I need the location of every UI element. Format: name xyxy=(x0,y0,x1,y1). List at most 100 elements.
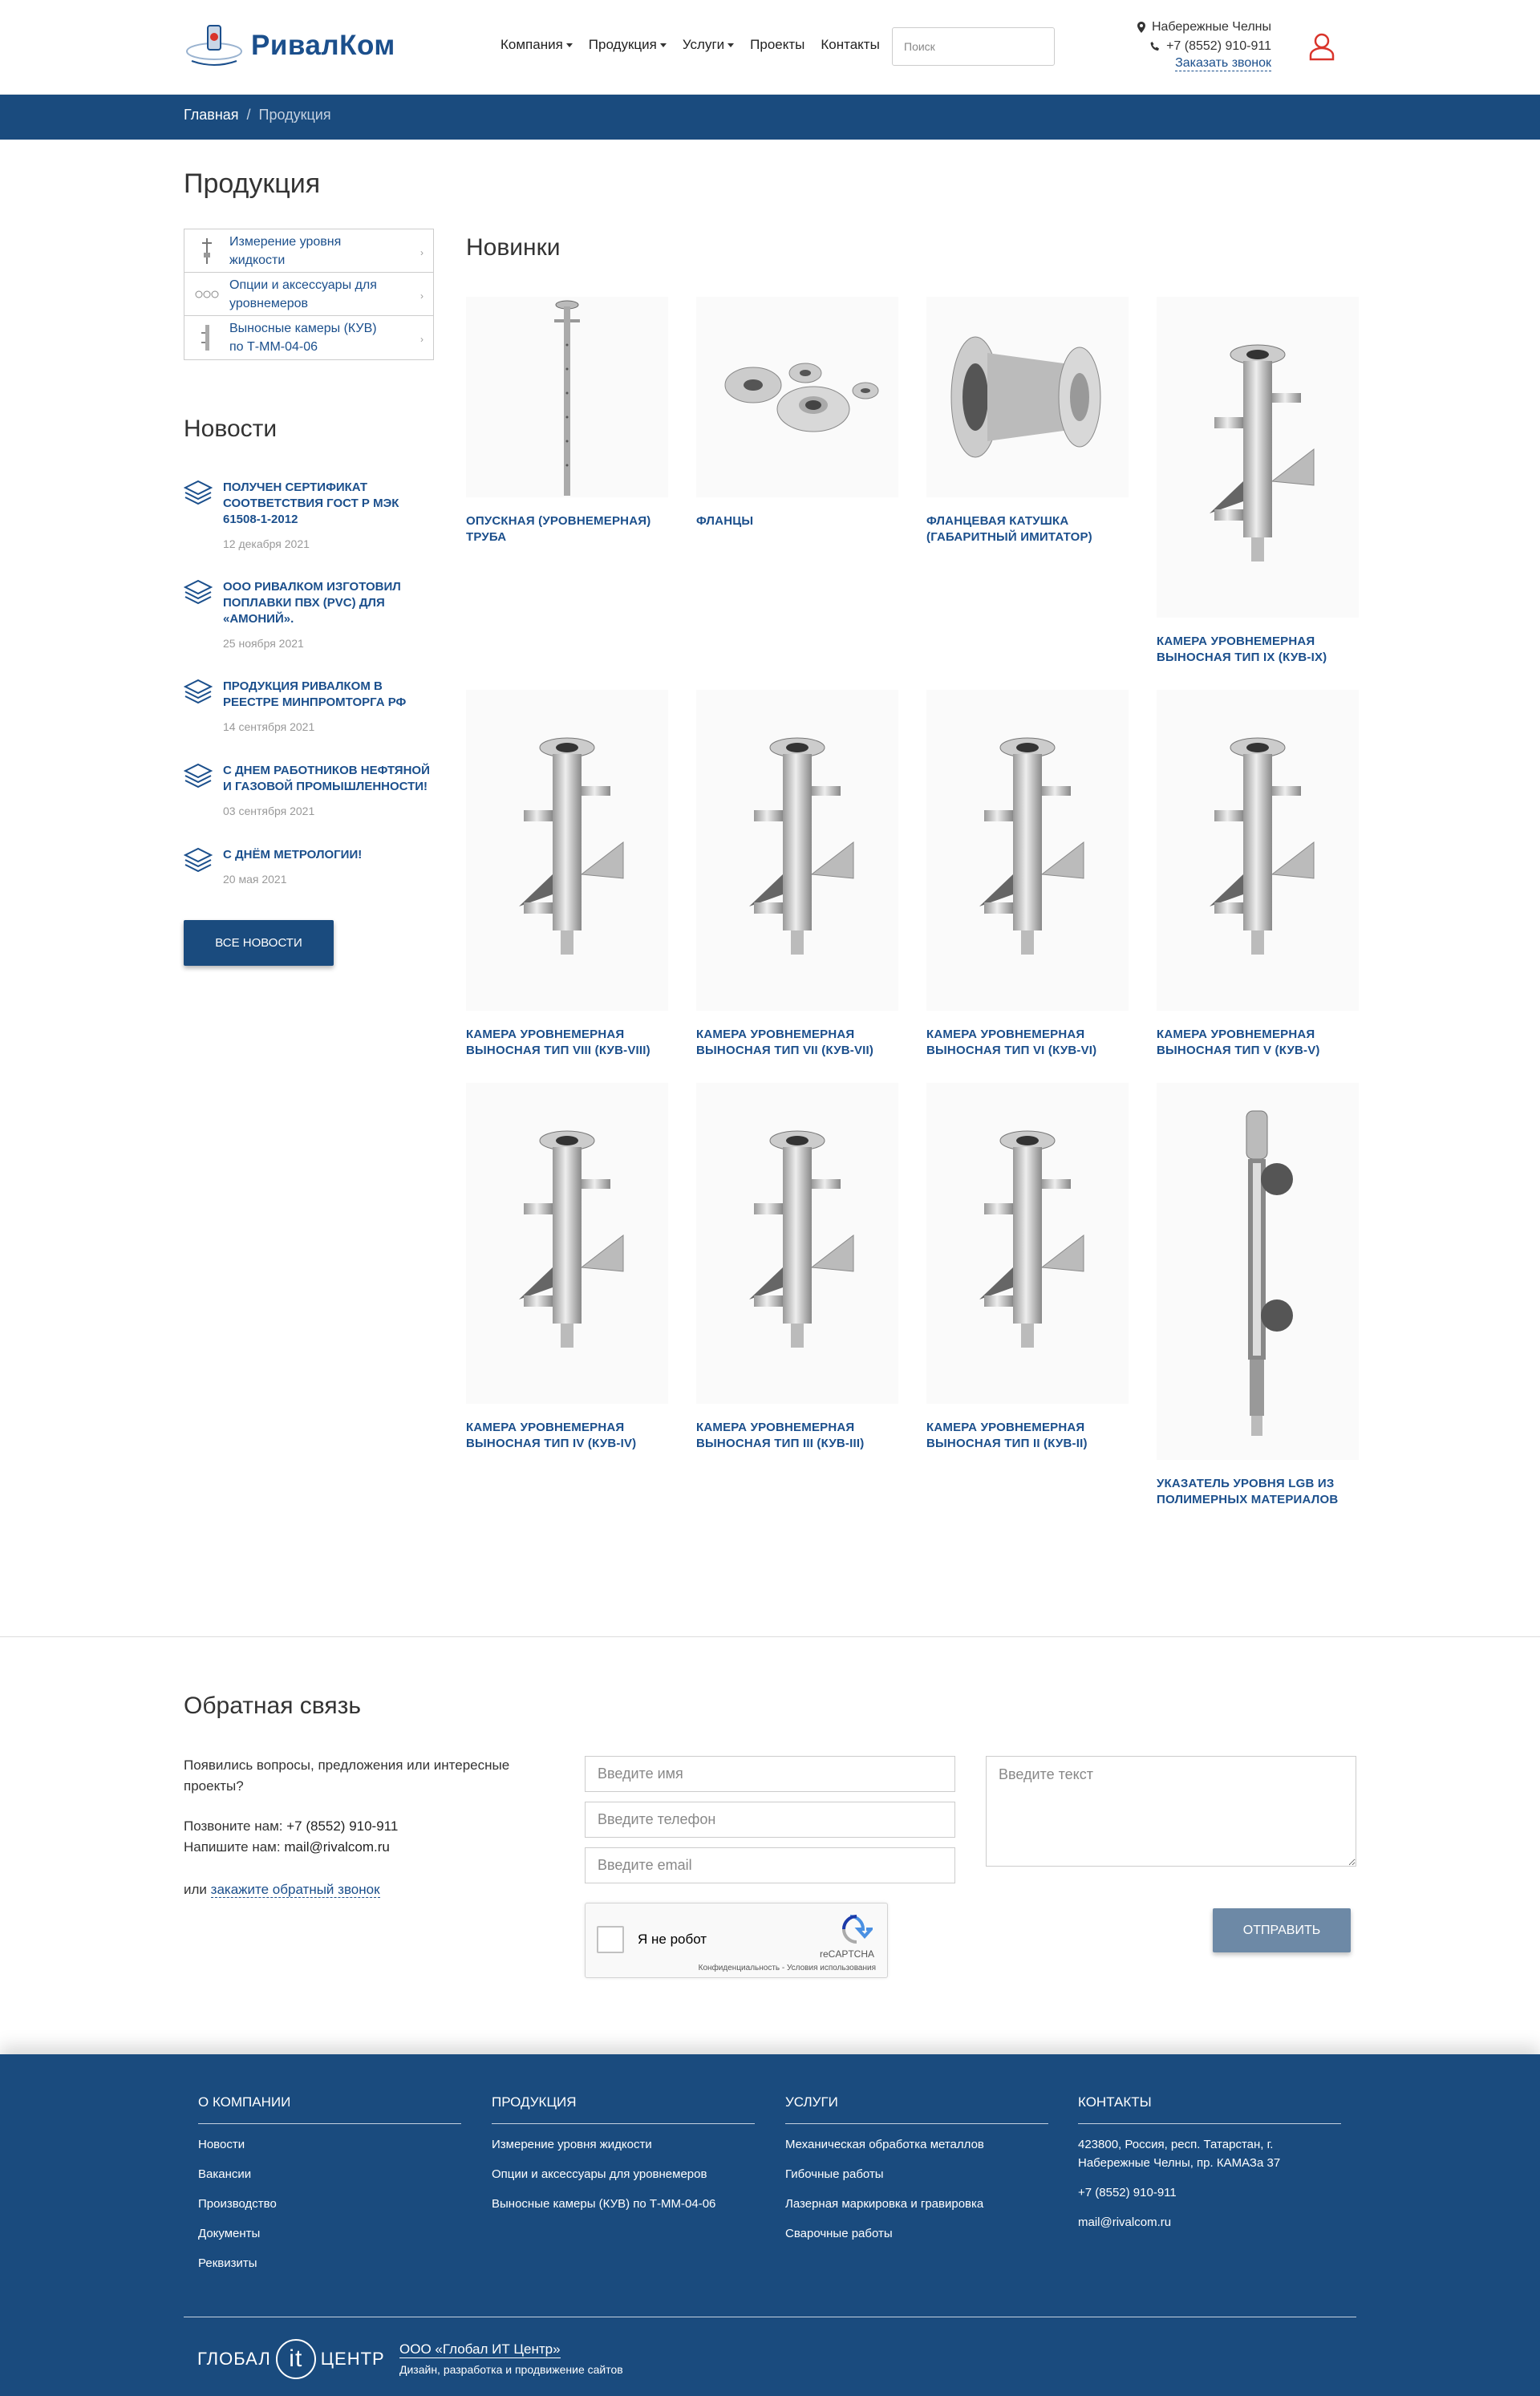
breadcrumb: Главная / Продукция xyxy=(184,107,331,124)
product-image[interactable] xyxy=(696,690,898,1011)
product-card[interactable]: КАМЕРА УРОВНЕМЕРНАЯ ВЫНОСНАЯ ТИП VII (КУ… xyxy=(696,690,898,1059)
product-name[interactable]: КАМЕРА УРОВНЕМЕРНАЯ ВЫНОСНАЯ ТИП III (КУ… xyxy=(696,1420,898,1452)
product-image[interactable] xyxy=(1157,297,1359,618)
category-label: Опции и аксессуары для уровнемеров xyxy=(229,278,377,310)
footer-link[interactable]: Вакансии xyxy=(198,2165,461,2183)
phone-field[interactable] xyxy=(585,1802,955,1838)
product-name[interactable]: КАМЕРА УРОВНЕМЕРНАЯ ВЫНОСНАЯ ТИП VIII (К… xyxy=(466,1027,668,1059)
search-input[interactable] xyxy=(892,27,1055,66)
news-item-date: 12 декабря 2021 xyxy=(223,537,310,550)
product-name[interactable]: КАМЕРА УРОВНЕМЕРНАЯ ВЫНОСНАЯ ТИП IX (КУВ… xyxy=(1157,634,1359,666)
feedback-mail-link[interactable]: mail@rivalcom.ru xyxy=(284,1839,390,1855)
footer-link[interactable]: Механическая обработка металлов xyxy=(785,2135,1048,2154)
product-card[interactable]: ФЛАНЦЕВАЯ КАТУШКА (ГАБАРИТНЫЙ ИМИТАТОР) xyxy=(926,297,1129,545)
new-products-heading: Новинки xyxy=(466,234,561,261)
news-item-title[interactable]: ПОЛУЧЕН СЕРТИФИКАТ СООТВЕТСТВИЯ ГОСТ Р М… xyxy=(223,480,432,528)
all-news-button[interactable]: ВСЕ НОВОСТИ xyxy=(184,920,334,966)
product-name[interactable]: ФЛАНЦЫ xyxy=(696,513,898,529)
message-textarea[interactable] xyxy=(986,1756,1356,1867)
nav-products[interactable]: Продукция xyxy=(589,37,667,53)
product-card[interactable]: УКАЗАТЕЛЬ УРОВНЯ LGB ИЗ ПОЛИМЕРНЫХ МАТЕР… xyxy=(1157,1083,1359,1508)
nav-services[interactable]: Услуги xyxy=(683,37,735,53)
header-phone-link[interactable]: +7 (8552) 910-911 xyxy=(1166,37,1271,56)
product-card[interactable]: КАМЕРА УРОВНЕМЕРНАЯ ВЫНОСНАЯ ТИП VIII (К… xyxy=(466,690,668,1059)
product-card[interactable]: КАМЕРА УРОВНЕМЕРНАЯ ВЫНОСНАЯ ТИП IX (КУВ… xyxy=(1157,297,1359,666)
news-item-title[interactable]: С ДНЁМ МЕТРОЛОГИИ! xyxy=(223,847,432,863)
footer-link[interactable]: Опции и аксессуары для уровнемеров xyxy=(492,2165,755,2183)
call-label: Позвоните нам: xyxy=(184,1818,283,1834)
caret-down-icon xyxy=(727,43,735,47)
footer-link[interactable]: Выносные камеры (КУВ) по Т-ММ-04-06 xyxy=(492,2195,755,2213)
product-card[interactable]: ФЛАНЦЫ xyxy=(696,297,898,529)
category-menu: Измерение уровня жидкости › Опции и аксе… xyxy=(184,229,434,360)
city-row: Набережные Челны xyxy=(1137,18,1271,37)
product-card[interactable]: ОПУСКНАЯ (УРОВНЕМЕРНАЯ) ТРУБА xyxy=(466,297,668,545)
chevron-right-icon: › xyxy=(420,334,424,345)
category-item-level-measurement[interactable]: Измерение уровня жидкости › xyxy=(184,229,433,273)
name-field[interactable] xyxy=(585,1756,955,1792)
dev-logo-left: ГЛОБАЛ xyxy=(197,2349,271,2369)
product-image[interactable] xyxy=(1157,690,1359,1011)
chevron-right-icon: › xyxy=(420,290,424,302)
feedback-phone-link[interactable]: +7 (8552) 910-911 xyxy=(286,1818,398,1834)
category-item-accessories[interactable]: Опции и аксессуары для уровнемеров › xyxy=(184,273,433,316)
product-card[interactable]: КАМЕРА УРОВНЕМЕРНАЯ ВЫНОСНАЯ ТИП VI (КУВ… xyxy=(926,690,1129,1059)
order-call-link[interactable]: Заказать звонок xyxy=(1175,56,1271,71)
site-logo[interactable]: РивалКом xyxy=(184,18,395,74)
developer-logo[interactable]: ГЛОБАЛ it ЦЕНТР xyxy=(197,2339,385,2379)
product-name[interactable]: ОПУСКНАЯ (УРОВНЕМЕРНАЯ) ТРУБА xyxy=(466,513,668,545)
nav-company[interactable]: Компания xyxy=(500,37,573,53)
nav-label: Продукция xyxy=(588,37,657,52)
product-name[interactable]: КАМЕРА УРОВНЕМЕРНАЯ ВЫНОСНАЯ ТИП VI (КУВ… xyxy=(926,1027,1129,1059)
footer-link[interactable]: mail@rivalcom.ru xyxy=(1078,2213,1341,2232)
footer-link[interactable]: Лазерная маркировка и гравировка xyxy=(785,2195,1048,2213)
footer-link[interactable]: Производство xyxy=(198,2195,461,2213)
product-image[interactable] xyxy=(696,297,898,497)
email-field[interactable] xyxy=(585,1847,955,1883)
recaptcha-checkbox[interactable] xyxy=(597,1926,624,1953)
order-callback-link[interactable]: закажите обратный звонок xyxy=(210,1882,380,1898)
footer-link[interactable]: Сварочные работы xyxy=(785,2224,1048,2243)
mail-label: Напишите нам: xyxy=(184,1839,281,1855)
feedback-intro: Появились вопросы, предложения или интер… xyxy=(184,1757,510,1794)
breadcrumb-home[interactable]: Главная xyxy=(184,107,239,124)
product-name[interactable]: КАМЕРА УРОВНЕМЕРНАЯ ВЫНОСНАЯ ТИП IV (КУВ… xyxy=(466,1420,668,1452)
developer-link[interactable]: ООО «Глобал ИТ Центр» xyxy=(399,2341,561,2358)
footer-link[interactable]: +7 (8552) 910-911 xyxy=(1078,2183,1341,2202)
nav-projects[interactable]: Проекты xyxy=(750,37,804,53)
product-image[interactable] xyxy=(466,690,668,1011)
nav-contacts[interactable]: Контакты xyxy=(821,37,879,53)
user-account-icon[interactable] xyxy=(1308,32,1335,61)
product-image[interactable] xyxy=(696,1083,898,1404)
product-image[interactable] xyxy=(1157,1083,1359,1460)
product-image[interactable] xyxy=(926,1083,1129,1404)
product-card[interactable]: КАМЕРА УРОВНЕМЕРНАЯ ВЫНОСНАЯ ТИП III (КУ… xyxy=(696,1083,898,1452)
product-card[interactable]: КАМЕРА УРОВНЕМЕРНАЯ ВЫНОСНАЯ ТИП IV (КУВ… xyxy=(466,1083,668,1452)
phone-row: +7 (8552) 910-911 xyxy=(1137,37,1271,56)
news-item-title[interactable]: ПРОДУКЦИЯ РИВАЛКОМ В РЕЕСТРЕ МИНПРОМТОРГ… xyxy=(223,679,432,711)
footer-link[interactable]: Реквизиты xyxy=(198,2254,461,2272)
product-name[interactable]: КАМЕРА УРОВНЕМЕРНАЯ ВЫНОСНАЯ ТИП II (КУВ… xyxy=(926,1420,1129,1452)
product-image[interactable] xyxy=(466,1083,668,1404)
footer-link[interactable]: Документы xyxy=(198,2224,461,2243)
footer-link[interactable]: Новости xyxy=(198,2135,461,2154)
product-image[interactable] xyxy=(926,690,1129,1011)
footer-link[interactable]: Гибочные работы xyxy=(785,2165,1048,2183)
product-name[interactable]: КАМЕРА УРОВНЕМЕРНАЯ ВЫНОСНАЯ ТИП V (КУВ-… xyxy=(1157,1027,1359,1059)
footer-link[interactable]: 423800, Россия, респ. Татарстан, г. Набе… xyxy=(1078,2135,1341,2172)
category-item-remote-chambers[interactable]: Выносные камеры (КУВ) по Т-ММ-04-06 › xyxy=(184,316,433,359)
product-image[interactable] xyxy=(466,297,668,497)
product-image[interactable] xyxy=(926,297,1129,497)
send-button[interactable]: ОТПРАВИТЬ xyxy=(1213,1908,1351,1952)
recaptcha-terms[interactable]: Конфиденциальность - Условия использован… xyxy=(699,1964,876,1972)
news-item-title[interactable]: С ДНЕМ РАБОТНИКОВ НЕФТЯНОЙ И ГАЗОВОЙ ПРО… xyxy=(223,763,432,795)
product-name[interactable]: ФЛАНЦЕВАЯ КАТУШКА (ГАБАРИТНЫЙ ИМИТАТОР) xyxy=(926,513,1129,545)
developer-info: ООО «Глобал ИТ Центр» Дизайн, разработка… xyxy=(399,2341,623,2376)
product-card[interactable]: КАМЕРА УРОВНЕМЕРНАЯ ВЫНОСНАЯ ТИП V (КУВ-… xyxy=(1157,690,1359,1059)
product-name[interactable]: УКАЗАТЕЛЬ УРОВНЯ LGB ИЗ ПОЛИМЕРНЫХ МАТЕР… xyxy=(1157,1476,1359,1508)
product-name[interactable]: КАМЕРА УРОВНЕМЕРНАЯ ВЫНОСНАЯ ТИП VII (КУ… xyxy=(696,1027,898,1059)
footer-link[interactable]: Измерение уровня жидкости xyxy=(492,2135,755,2154)
product-card[interactable]: КАМЕРА УРОВНЕМЕРНАЯ ВЫНОСНАЯ ТИП II (КУВ… xyxy=(926,1083,1129,1452)
logo-mark-icon xyxy=(184,19,245,72)
news-item-title[interactable]: ООО РИВАЛКОМ ИЗГОТОВИЛ ПОПЛАВКИ ПВХ (PVC… xyxy=(223,579,432,627)
